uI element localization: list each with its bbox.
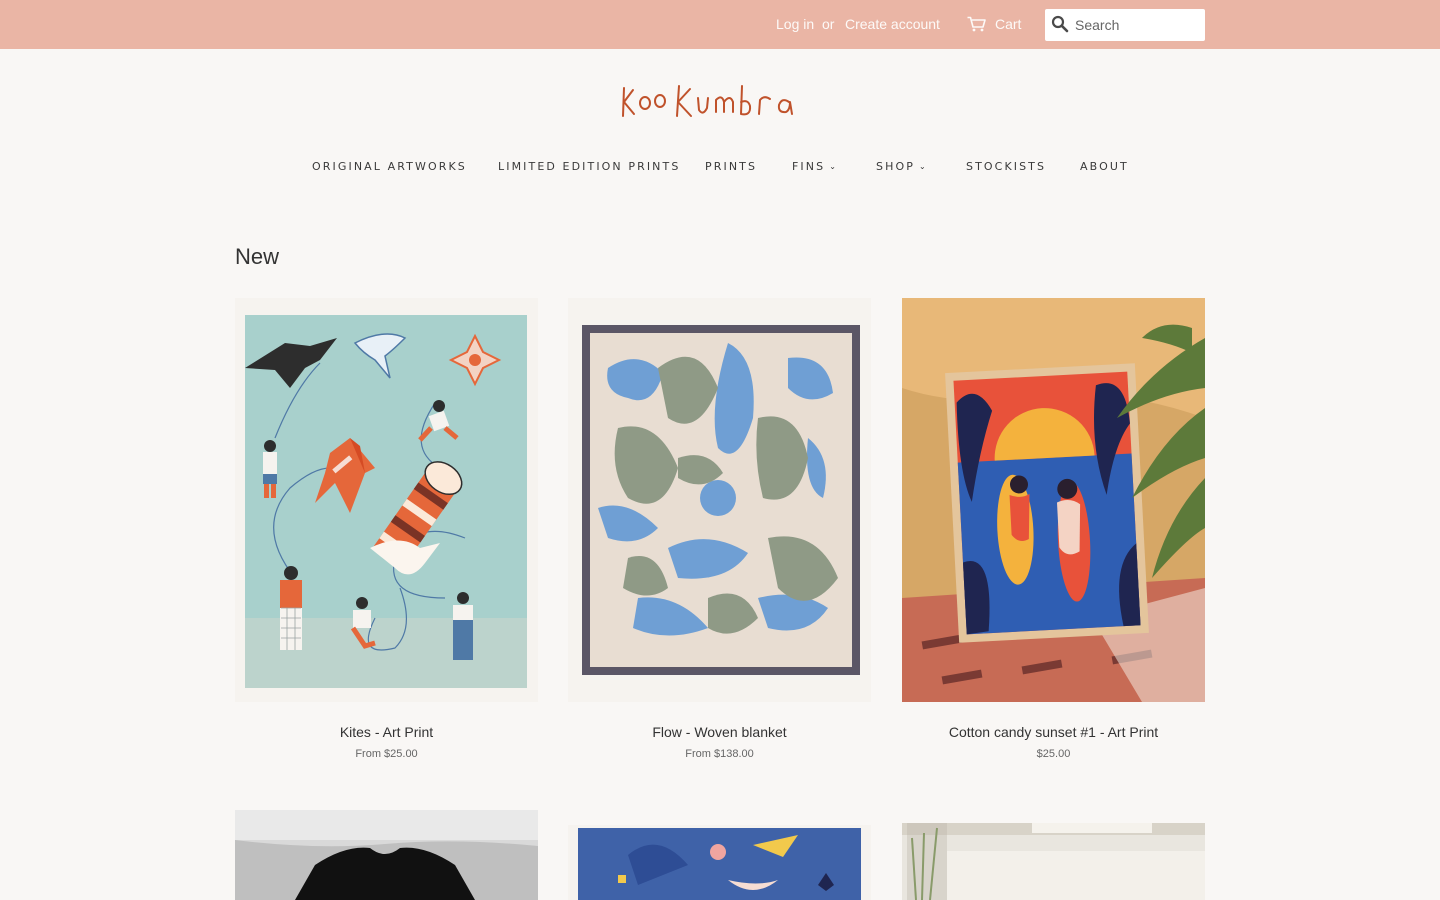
- product-image-flow-blanket[interactable]: [568, 298, 871, 702]
- chevron-down-icon: ⌄: [918, 162, 926, 171]
- product-image-kites[interactable]: [235, 298, 538, 702]
- search-icon[interactable]: [1051, 15, 1069, 33]
- cart-icon[interactable]: [967, 16, 986, 32]
- cart-link[interactable]: Cart: [995, 16, 1021, 32]
- product-title[interactable]: Kites - Art Print: [235, 724, 538, 740]
- product-image-night-print[interactable]: [568, 825, 871, 900]
- product-title[interactable]: Cotton candy sunset #1 - Art Print: [902, 724, 1205, 740]
- nav-fins[interactable]: FINS ⌄: [792, 160, 836, 173]
- product-price: From $138.00: [685, 748, 754, 760]
- login-link[interactable]: Log in: [776, 16, 814, 32]
- nav-prints[interactable]: PRINTS: [705, 160, 757, 173]
- nav-limited-edition-prints[interactable]: LIMITED EDITION PRINTS: [498, 160, 680, 173]
- product-price: $25.00: [1036, 748, 1071, 760]
- nav-about[interactable]: ABOUT: [1080, 160, 1129, 173]
- nav-stockists[interactable]: STOCKISTS: [966, 160, 1046, 173]
- product-image-tshirt[interactable]: [235, 810, 538, 900]
- nav-original-artworks[interactable]: ORIGINAL ARTWORKS: [312, 160, 467, 173]
- search-input[interactable]: [1075, 11, 1200, 39]
- product-image-cotton-candy-sunset[interactable]: [902, 298, 1205, 702]
- or-separator: or: [822, 16, 835, 32]
- top-bar: [0, 0, 1440, 49]
- nav-shop-label: SHOP: [876, 160, 915, 173]
- product-title[interactable]: Flow - Woven blanket: [568, 724, 871, 740]
- create-account-link[interactable]: Create account: [845, 16, 940, 32]
- chevron-down-icon: ⌄: [829, 162, 836, 171]
- product-image-room-print[interactable]: [902, 823, 1205, 900]
- nav-shop[interactable]: SHOP ⌄: [876, 160, 926, 173]
- nav-fins-label: FINS: [792, 160, 826, 173]
- logo[interactable]: [618, 80, 822, 122]
- page-title: New: [235, 244, 280, 269]
- product-price: From $25.00: [355, 748, 418, 760]
